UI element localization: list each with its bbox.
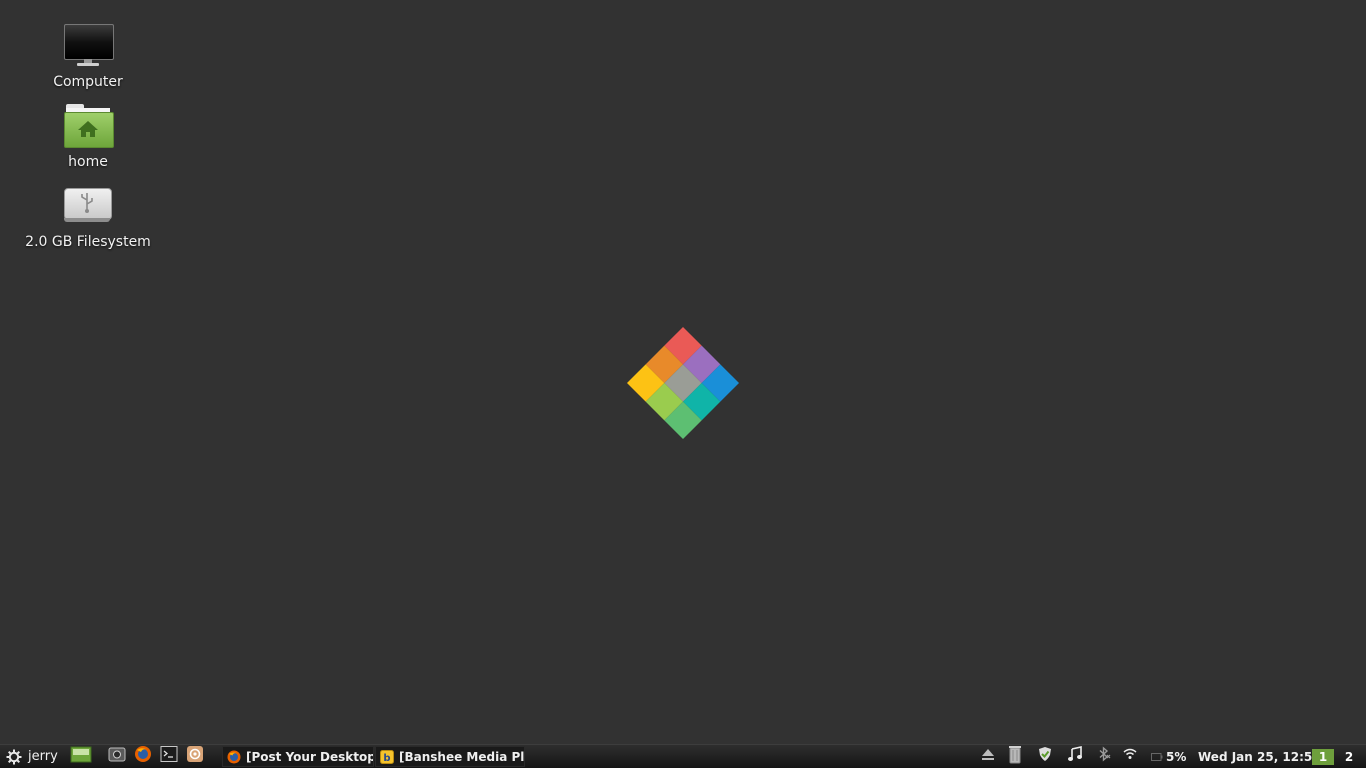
task-button-banshee[interactable]: b [Banshee Media Pla... <box>375 746 525 767</box>
eject-icon <box>982 749 994 760</box>
home-folder-icon <box>62 102 114 148</box>
task-label: [Post Your Desktop -... <box>246 749 374 764</box>
gear-icon <box>6 749 22 764</box>
task-button-firefox[interactable]: [Post Your Desktop -... <box>222 746 374 767</box>
desktop-icon-label: Computer <box>53 74 123 90</box>
usb-drive-icon <box>62 182 114 228</box>
sound-tray[interactable] <box>1066 745 1084 763</box>
desktop-icon-label: home <box>68 154 108 170</box>
update-manager-tray[interactable] <box>1036 745 1054 763</box>
bluetooth-tray[interactable] <box>1095 745 1113 763</box>
music-note-icon <box>1068 746 1082 761</box>
desktop: Computer home 2.0 GB Filesystem <box>0 0 1366 744</box>
battery-icon <box>1151 752 1163 761</box>
trash-button[interactable] <box>1006 745 1024 764</box>
main-menu-button[interactable]: jerry <box>6 745 58 768</box>
clock[interactable]: Wed Jan 25, 12:58 <box>1198 745 1321 768</box>
desktop-icon-home[interactable]: home <box>13 102 163 170</box>
firefox-launcher[interactable] <box>133 745 153 763</box>
eject-button[interactable] <box>979 745 997 763</box>
bluetooth-icon <box>1099 746 1111 762</box>
workspace-label: 1 <box>1318 750 1328 764</box>
workspace-1-button[interactable]: 1 <box>1312 749 1334 765</box>
trash-icon <box>1009 746 1021 764</box>
svg-text:b: b <box>383 753 390 764</box>
firefox-icon <box>227 750 241 763</box>
terminal-icon <box>160 746 178 762</box>
menu-user-label: jerry <box>28 749 58 764</box>
workspace-2-button[interactable]: 2 <box>1338 749 1360 765</box>
diamond-logo-icon <box>627 327 739 439</box>
task-label: [Banshee Media Pla... <box>399 749 525 764</box>
terminal-launcher[interactable] <box>159 745 179 763</box>
taskbar: jerry [Post Your Desktop b [Banshee Medi… <box>0 744 1366 768</box>
folder-icon <box>70 746 92 763</box>
clock-text: Wed Jan 25, 12:58 <box>1198 749 1321 764</box>
camera-icon <box>108 747 126 762</box>
banshee-icon: b <box>380 749 394 764</box>
network-tray[interactable] <box>1121 745 1139 763</box>
wifi-icon <box>1123 748 1137 759</box>
desktop-icon-filesystem[interactable]: 2.0 GB Filesystem <box>13 182 163 250</box>
mail-icon <box>187 746 203 762</box>
desktop-icon-computer[interactable]: Computer <box>13 22 163 90</box>
mail-launcher[interactable] <box>185 745 205 763</box>
computer-icon <box>62 22 114 68</box>
screenshot-launcher[interactable] <box>107 745 127 763</box>
battery-level: 5% <box>1166 749 1187 764</box>
desktop-icon-label: 2.0 GB Filesystem <box>25 234 151 250</box>
file-manager-launcher[interactable] <box>70 745 92 763</box>
shield-icon <box>1039 747 1051 761</box>
firefox-icon <box>135 746 151 762</box>
battery-tray[interactable]: 5% <box>1151 745 1186 768</box>
workspace-label: 2 <box>1344 750 1354 764</box>
